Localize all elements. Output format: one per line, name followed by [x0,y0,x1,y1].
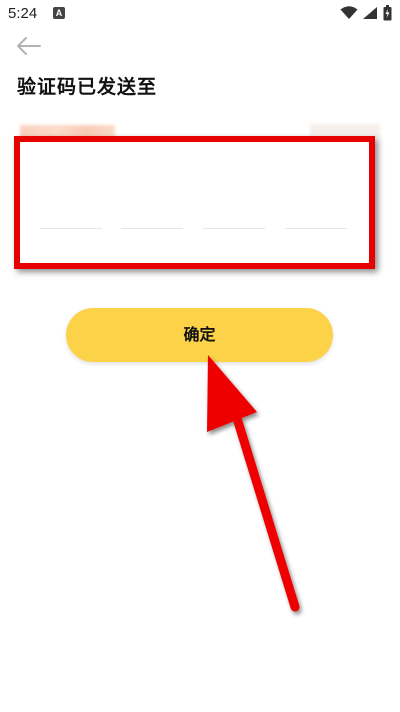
back-arrow-icon [17,37,41,55]
notification-a-icon: A [53,7,65,19]
status-time: 5:24 [8,5,38,22]
status-bar: 5:24 A [0,0,400,28]
wifi-icon [340,6,358,19]
signal-icon [363,7,377,19]
confirm-button[interactable]: 确定 [66,308,333,362]
battery-icon [383,5,392,21]
page-title: 验证码已发送至 [17,76,158,98]
back-button[interactable] [14,34,44,58]
highlight-annotation-box [14,136,375,269]
